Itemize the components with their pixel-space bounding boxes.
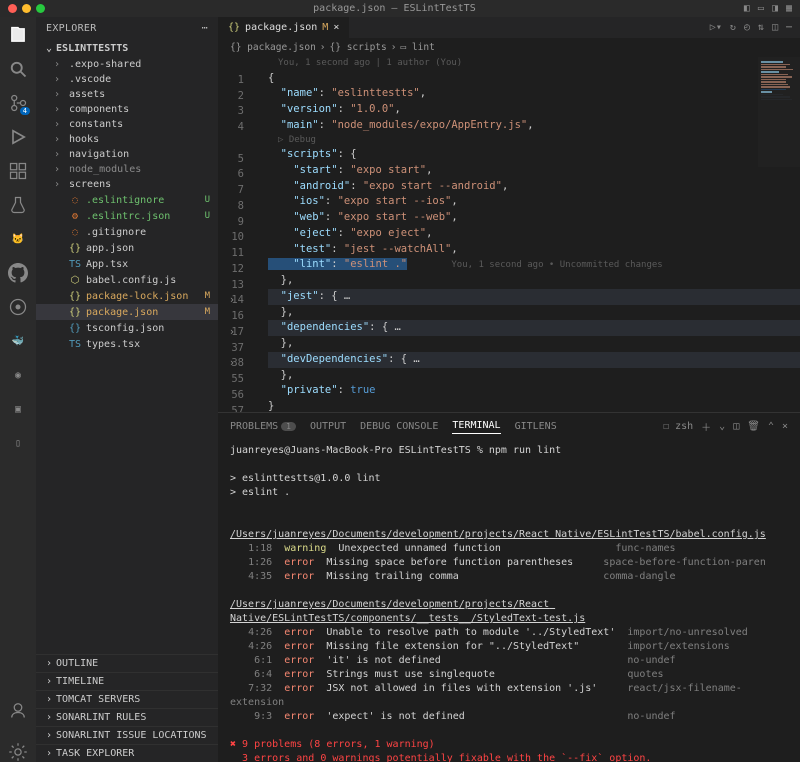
bottom-panel: PROBLEMS1 OUTPUT DEBUG CONSOLE TERMINAL GITL… [218, 412, 800, 762]
layout-icon[interactable]: ▦ [786, 3, 792, 14]
panel-sonarlint-issue-locations[interactable]: › SONARLINT ISSUE LOCATIONS [36, 726, 218, 744]
github-icon[interactable] [8, 263, 28, 283]
explorer-icon[interactable] [8, 25, 28, 45]
more-icon[interactable]: ⋯ [202, 23, 208, 34]
gitlens-icon[interactable] [8, 297, 28, 317]
terminal[interactable]: juanreyes@Juans-MacBook-Pro ESLintTestTS… [218, 440, 800, 762]
panel-tab-gitlens[interactable]: GITLENS [515, 421, 557, 432]
panel-tab-terminal[interactable]: TERMINAL [452, 420, 500, 434]
tree-item-screens[interactable]: ›screens [36, 177, 218, 192]
tree-item-.eslintignore[interactable]: ◌.eslintignoreU [36, 192, 218, 208]
diff-icon[interactable]: ⇅ [758, 22, 764, 33]
tree-item-components[interactable]: ›components [36, 102, 218, 117]
tree-item-.eslintrc.json[interactable]: ⚙.eslintrc.jsonU [36, 208, 218, 224]
close-tab-icon[interactable]: × [333, 22, 339, 33]
tree-item-navigation[interactable]: ›navigation [36, 147, 218, 162]
run-icon[interactable]: ▷▾ [710, 22, 722, 33]
breadcrumb[interactable]: {} package.json› {} scripts› ▭ lint [218, 38, 800, 57]
clock-icon[interactable]: ◴ [744, 22, 750, 33]
window-title: package.json — ESLintTestTS [50, 3, 739, 14]
split-terminal-icon[interactable]: ◫ [733, 421, 739, 432]
account-icon[interactable] [8, 700, 28, 720]
settings-icon[interactable] [8, 742, 28, 762]
source-control-icon[interactable]: 4 [8, 93, 28, 113]
tree-item-app.json[interactable]: {}app.json [36, 240, 218, 256]
maximize-icon[interactable]: ⌃ [768, 421, 774, 432]
shell-select[interactable]: ☐ zsh [663, 421, 693, 432]
panel-timeline[interactable]: › TIMELINE [36, 672, 218, 690]
tree-item-.gitignore[interactable]: ◌.gitignore [36, 224, 218, 240]
panel-tomcat-servers[interactable]: › TOMCAT SERVERS [36, 690, 218, 708]
sonar-icon[interactable]: ◉ [8, 365, 28, 385]
debug-icon[interactable] [8, 127, 28, 147]
scm-badge: 4 [20, 107, 30, 115]
chevron-down-icon: ⌄ [46, 43, 52, 54]
tree-item-node_modules[interactable]: ›node_modules [36, 162, 218, 177]
tree-item-package.json[interactable]: {}package.jsonM [36, 304, 218, 320]
terminal-dropdown-icon[interactable]: ⌄ [719, 421, 725, 432]
panel-bottom-icon[interactable]: ▭ [758, 3, 764, 14]
minimize-window[interactable] [22, 4, 31, 13]
new-terminal-icon[interactable]: ＋ [701, 419, 711, 434]
device-icon[interactable]: ▯ [8, 433, 28, 453]
panel-left-icon[interactable]: ◧ [744, 3, 750, 14]
tree-item-assets[interactable]: ›assets [36, 87, 218, 102]
maximize-window[interactable] [36, 4, 45, 13]
file-tree: ›.expo-shared›.vscode›assets›components›… [36, 57, 218, 654]
tree-item-hooks[interactable]: ›hooks [36, 132, 218, 147]
activity-bar: 4 🐱 🐳 ◉ ▣ ▯ [0, 17, 36, 762]
history-icon[interactable]: ↻ [730, 22, 736, 33]
tree-item-App.tsx[interactable]: TSApp.tsx [36, 256, 218, 272]
tree-item-.expo-shared[interactable]: ›.expo-shared [36, 57, 218, 72]
panel-right-icon[interactable]: ◨ [772, 3, 778, 14]
panel-tabs: PROBLEMS1 OUTPUT DEBUG CONSOLE TERMINAL GITL… [218, 413, 800, 440]
panel-task-explorer[interactable]: › TASK EXPLORER [36, 744, 218, 762]
editor-tabs: {} package.json M × ▷▾ ↻ ◴ ⇅ ◫ ⋯ [218, 17, 800, 38]
minimap[interactable] [758, 57, 800, 167]
layout-icons: ◧ ▭ ◨ ▦ [744, 3, 792, 14]
tree-item-package-lock.json[interactable]: {}package-lock.jsonM [36, 288, 218, 304]
search-icon[interactable] [8, 59, 28, 79]
panel-outline[interactable]: › OUTLINE [36, 654, 218, 672]
tomcat-icon[interactable]: 🐱 [8, 229, 28, 249]
tree-item-babel.config.js[interactable]: ⬡babel.config.js [36, 272, 218, 288]
extensions-icon[interactable] [8, 161, 28, 181]
tree-item-tsconfig.json[interactable]: {}tsconfig.json [36, 320, 218, 336]
project-icon[interactable]: ▣ [8, 399, 28, 419]
tree-item-constants[interactable]: ›constants [36, 117, 218, 132]
close-window[interactable] [8, 4, 17, 13]
panel-tab-problems[interactable]: PROBLEMS1 [230, 421, 296, 432]
docker-icon[interactable]: 🐳 [8, 331, 28, 351]
split-icon[interactable]: ◫ [772, 22, 778, 33]
code-editor[interactable]: 1234 5678910111213› 1416› 1737› 38555657… [218, 57, 800, 412]
editor-area: {} package.json M × ▷▾ ↻ ◴ ⇅ ◫ ⋯ {} pack… [218, 17, 800, 762]
panel-sonarlint-rules[interactable]: › SONARLINT RULES [36, 708, 218, 726]
close-panel-icon[interactable]: × [782, 421, 788, 432]
test-icon[interactable] [8, 195, 28, 215]
explorer-label: EXPLORER [46, 23, 97, 34]
project-name[interactable]: ⌄ESLINTTESTTS [36, 40, 218, 57]
tree-item-.vscode[interactable]: ›.vscode [36, 72, 218, 87]
more-icon[interactable]: ⋯ [786, 22, 792, 33]
trash-icon[interactable]: 🗑 [747, 421, 760, 432]
tab-package-json[interactable]: {} package.json M × [218, 17, 349, 38]
panel-tab-output[interactable]: OUTPUT [310, 421, 346, 432]
tree-item-types.tsx[interactable]: TStypes.tsx [36, 336, 218, 352]
sidebar: EXPLORER ⋯ ⌄ESLINTTESTTS ›.expo-shared›.… [36, 17, 218, 762]
panel-tab-debug-console[interactable]: DEBUG CONSOLE [360, 421, 438, 432]
json-icon: {} [228, 22, 240, 33]
titlebar: package.json — ESLintTestTS ◧ ▭ ◨ ▦ [0, 0, 800, 17]
